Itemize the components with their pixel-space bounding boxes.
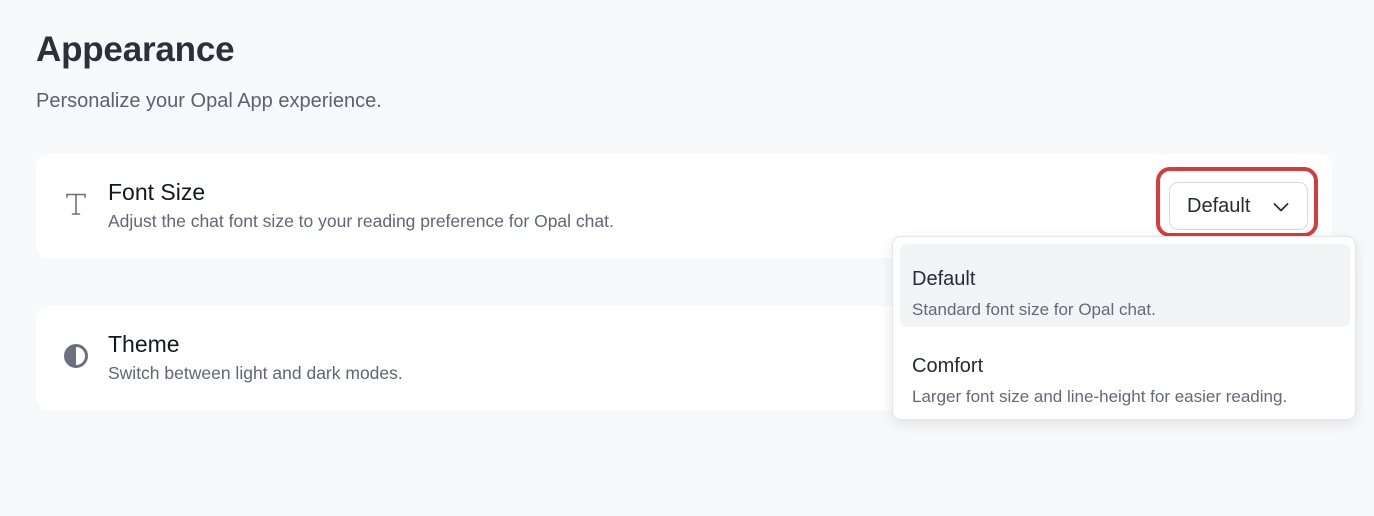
- option-label: Default: [912, 268, 976, 290]
- chevron-down-icon: [1271, 197, 1291, 222]
- contrast-icon: [62, 342, 90, 370]
- theme-title: Theme: [108, 331, 180, 357]
- text-icon: [62, 190, 90, 218]
- font-size-select-value: Default: [1187, 194, 1251, 217]
- theme-description: Switch between light and dark modes.: [108, 363, 403, 383]
- dropdown-option-default[interactable]: Default Standard font size for Opal chat…: [900, 244, 1350, 327]
- option-label: Comfort: [912, 355, 984, 377]
- font-size-select[interactable]: Default: [1169, 182, 1308, 230]
- dropdown-option-comfort[interactable]: Comfort Larger font size and line-height…: [900, 331, 1350, 414]
- page-title: Appearance: [36, 30, 235, 69]
- font-size-description: Adjust the chat font size to your readin…: [108, 211, 614, 231]
- font-size-dropdown-menu: Default Standard font size for Opal chat…: [892, 236, 1356, 420]
- font-size-title: Font Size: [108, 179, 206, 205]
- option-description: Larger font size and line-height for eas…: [912, 387, 1288, 406]
- page-subtitle: Personalize your Opal App experience.: [36, 90, 382, 112]
- option-description: Standard font size for Opal chat.: [912, 300, 1156, 319]
